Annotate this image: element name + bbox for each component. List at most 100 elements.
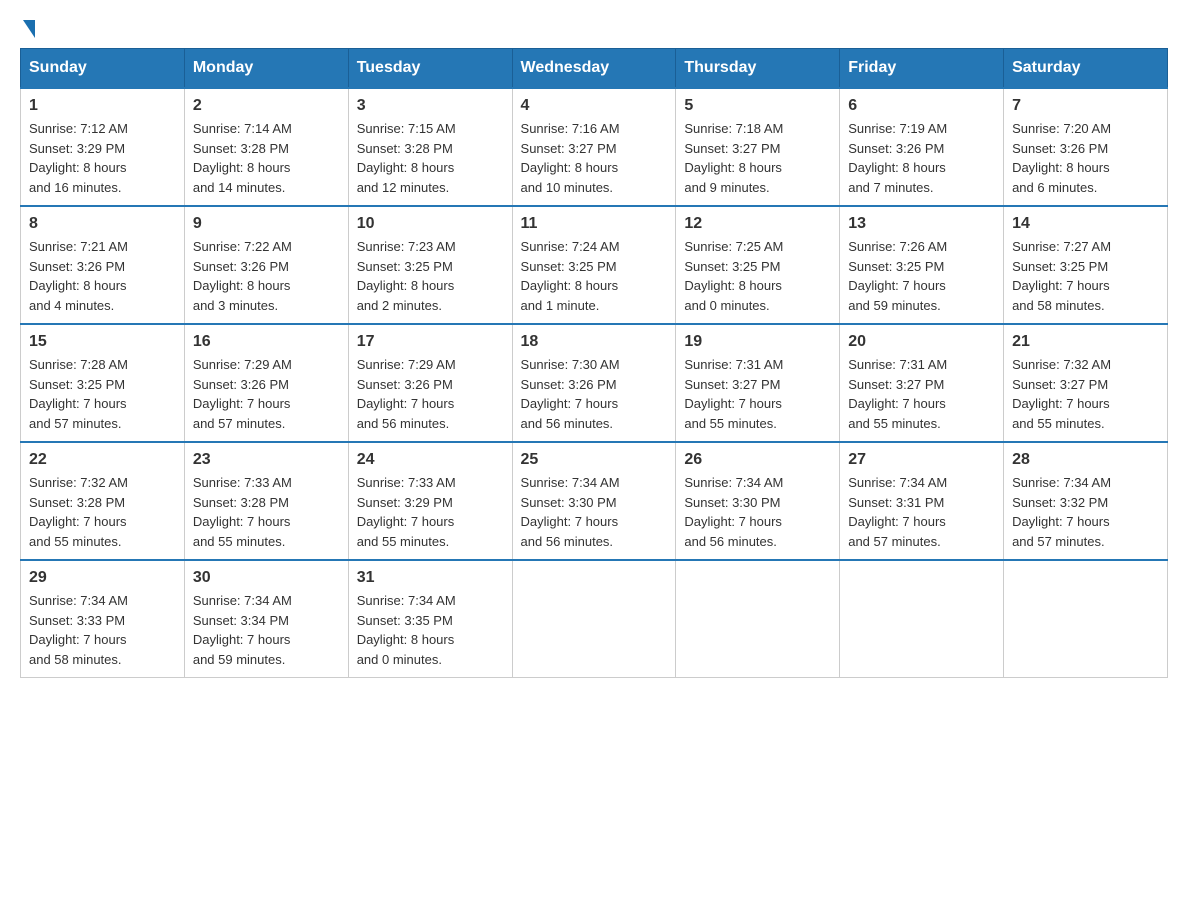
calendar-header-tuesday: Tuesday <box>348 49 512 89</box>
day-number: 22 <box>29 451 176 469</box>
calendar-day-cell: 16 Sunrise: 7:29 AMSunset: 3:26 PMDaylig… <box>184 324 348 442</box>
day-number: 15 <box>29 333 176 351</box>
day-number: 10 <box>357 215 504 233</box>
calendar-day-cell: 12 Sunrise: 7:25 AMSunset: 3:25 PMDaylig… <box>676 206 840 324</box>
calendar-day-cell: 1 Sunrise: 7:12 AMSunset: 3:29 PMDayligh… <box>21 88 185 206</box>
calendar-day-cell <box>1004 560 1168 678</box>
calendar-header-row: SundayMondayTuesdayWednesdayThursdayFrid… <box>21 49 1168 89</box>
day-info: Sunrise: 7:33 AMSunset: 3:29 PMDaylight:… <box>357 473 504 551</box>
day-info: Sunrise: 7:15 AMSunset: 3:28 PMDaylight:… <box>357 119 504 197</box>
calendar-day-cell: 29 Sunrise: 7:34 AMSunset: 3:33 PMDaylig… <box>21 560 185 678</box>
day-info: Sunrise: 7:20 AMSunset: 3:26 PMDaylight:… <box>1012 119 1159 197</box>
day-info: Sunrise: 7:19 AMSunset: 3:26 PMDaylight:… <box>848 119 995 197</box>
day-number: 13 <box>848 215 995 233</box>
calendar-day-cell: 27 Sunrise: 7:34 AMSunset: 3:31 PMDaylig… <box>840 442 1004 560</box>
calendar-week-row: 29 Sunrise: 7:34 AMSunset: 3:33 PMDaylig… <box>21 560 1168 678</box>
day-info: Sunrise: 7:30 AMSunset: 3:26 PMDaylight:… <box>521 355 668 433</box>
day-info: Sunrise: 7:34 AMSunset: 3:35 PMDaylight:… <box>357 591 504 669</box>
day-number: 1 <box>29 97 176 115</box>
calendar-day-cell: 14 Sunrise: 7:27 AMSunset: 3:25 PMDaylig… <box>1004 206 1168 324</box>
day-number: 17 <box>357 333 504 351</box>
calendar-body: 1 Sunrise: 7:12 AMSunset: 3:29 PMDayligh… <box>21 88 1168 678</box>
day-number: 2 <box>193 97 340 115</box>
calendar-day-cell <box>676 560 840 678</box>
day-info: Sunrise: 7:34 AMSunset: 3:32 PMDaylight:… <box>1012 473 1159 551</box>
day-number: 28 <box>1012 451 1159 469</box>
day-info: Sunrise: 7:29 AMSunset: 3:26 PMDaylight:… <box>193 355 340 433</box>
calendar-day-cell: 5 Sunrise: 7:18 AMSunset: 3:27 PMDayligh… <box>676 88 840 206</box>
calendar-day-cell: 30 Sunrise: 7:34 AMSunset: 3:34 PMDaylig… <box>184 560 348 678</box>
logo <box>20 20 35 38</box>
calendar-day-cell: 21 Sunrise: 7:32 AMSunset: 3:27 PMDaylig… <box>1004 324 1168 442</box>
calendar-week-row: 22 Sunrise: 7:32 AMSunset: 3:28 PMDaylig… <box>21 442 1168 560</box>
calendar-day-cell: 28 Sunrise: 7:34 AMSunset: 3:32 PMDaylig… <box>1004 442 1168 560</box>
day-number: 14 <box>1012 215 1159 233</box>
calendar-day-cell: 4 Sunrise: 7:16 AMSunset: 3:27 PMDayligh… <box>512 88 676 206</box>
day-info: Sunrise: 7:27 AMSunset: 3:25 PMDaylight:… <box>1012 237 1159 315</box>
calendar-day-cell: 26 Sunrise: 7:34 AMSunset: 3:30 PMDaylig… <box>676 442 840 560</box>
calendar-day-cell: 9 Sunrise: 7:22 AMSunset: 3:26 PMDayligh… <box>184 206 348 324</box>
day-info: Sunrise: 7:26 AMSunset: 3:25 PMDaylight:… <box>848 237 995 315</box>
calendar-week-row: 8 Sunrise: 7:21 AMSunset: 3:26 PMDayligh… <box>21 206 1168 324</box>
day-info: Sunrise: 7:31 AMSunset: 3:27 PMDaylight:… <box>848 355 995 433</box>
day-info: Sunrise: 7:33 AMSunset: 3:28 PMDaylight:… <box>193 473 340 551</box>
day-info: Sunrise: 7:32 AMSunset: 3:28 PMDaylight:… <box>29 473 176 551</box>
day-info: Sunrise: 7:34 AMSunset: 3:33 PMDaylight:… <box>29 591 176 669</box>
calendar-week-row: 15 Sunrise: 7:28 AMSunset: 3:25 PMDaylig… <box>21 324 1168 442</box>
calendar-day-cell: 6 Sunrise: 7:19 AMSunset: 3:26 PMDayligh… <box>840 88 1004 206</box>
day-number: 27 <box>848 451 995 469</box>
calendar-day-cell: 24 Sunrise: 7:33 AMSunset: 3:29 PMDaylig… <box>348 442 512 560</box>
calendar-day-cell <box>840 560 1004 678</box>
calendar-day-cell: 13 Sunrise: 7:26 AMSunset: 3:25 PMDaylig… <box>840 206 1004 324</box>
calendar-day-cell: 2 Sunrise: 7:14 AMSunset: 3:28 PMDayligh… <box>184 88 348 206</box>
day-number: 23 <box>193 451 340 469</box>
day-number: 9 <box>193 215 340 233</box>
calendar-header-sunday: Sunday <box>21 49 185 89</box>
calendar-day-cell: 8 Sunrise: 7:21 AMSunset: 3:26 PMDayligh… <box>21 206 185 324</box>
calendar-day-cell: 23 Sunrise: 7:33 AMSunset: 3:28 PMDaylig… <box>184 442 348 560</box>
calendar-header-friday: Friday <box>840 49 1004 89</box>
day-info: Sunrise: 7:25 AMSunset: 3:25 PMDaylight:… <box>684 237 831 315</box>
calendar-day-cell: 25 Sunrise: 7:34 AMSunset: 3:30 PMDaylig… <box>512 442 676 560</box>
day-info: Sunrise: 7:29 AMSunset: 3:26 PMDaylight:… <box>357 355 504 433</box>
day-number: 26 <box>684 451 831 469</box>
day-number: 5 <box>684 97 831 115</box>
calendar-day-cell: 22 Sunrise: 7:32 AMSunset: 3:28 PMDaylig… <box>21 442 185 560</box>
day-number: 24 <box>357 451 504 469</box>
day-info: Sunrise: 7:28 AMSunset: 3:25 PMDaylight:… <box>29 355 176 433</box>
day-number: 4 <box>521 97 668 115</box>
calendar-table: SundayMondayTuesdayWednesdayThursdayFrid… <box>20 48 1168 678</box>
calendar-header-saturday: Saturday <box>1004 49 1168 89</box>
calendar-day-cell: 18 Sunrise: 7:30 AMSunset: 3:26 PMDaylig… <box>512 324 676 442</box>
day-number: 6 <box>848 97 995 115</box>
day-info: Sunrise: 7:34 AMSunset: 3:31 PMDaylight:… <box>848 473 995 551</box>
calendar-day-cell: 19 Sunrise: 7:31 AMSunset: 3:27 PMDaylig… <box>676 324 840 442</box>
calendar-header-monday: Monday <box>184 49 348 89</box>
day-info: Sunrise: 7:12 AMSunset: 3:29 PMDaylight:… <box>29 119 176 197</box>
day-number: 21 <box>1012 333 1159 351</box>
day-number: 16 <box>193 333 340 351</box>
day-number: 18 <box>521 333 668 351</box>
day-number: 8 <box>29 215 176 233</box>
day-info: Sunrise: 7:34 AMSunset: 3:30 PMDaylight:… <box>684 473 831 551</box>
day-number: 7 <box>1012 97 1159 115</box>
calendar-day-cell <box>512 560 676 678</box>
calendar-header-thursday: Thursday <box>676 49 840 89</box>
calendar-header-wednesday: Wednesday <box>512 49 676 89</box>
logo-triangle-icon <box>23 20 35 38</box>
day-number: 11 <box>521 215 668 233</box>
calendar-week-row: 1 Sunrise: 7:12 AMSunset: 3:29 PMDayligh… <box>21 88 1168 206</box>
day-number: 25 <box>521 451 668 469</box>
calendar-day-cell: 15 Sunrise: 7:28 AMSunset: 3:25 PMDaylig… <box>21 324 185 442</box>
day-number: 31 <box>357 569 504 587</box>
calendar-day-cell: 3 Sunrise: 7:15 AMSunset: 3:28 PMDayligh… <box>348 88 512 206</box>
calendar-day-cell: 17 Sunrise: 7:29 AMSunset: 3:26 PMDaylig… <box>348 324 512 442</box>
day-info: Sunrise: 7:22 AMSunset: 3:26 PMDaylight:… <box>193 237 340 315</box>
calendar-day-cell: 31 Sunrise: 7:34 AMSunset: 3:35 PMDaylig… <box>348 560 512 678</box>
day-info: Sunrise: 7:18 AMSunset: 3:27 PMDaylight:… <box>684 119 831 197</box>
day-info: Sunrise: 7:16 AMSunset: 3:27 PMDaylight:… <box>521 119 668 197</box>
day-number: 20 <box>848 333 995 351</box>
day-info: Sunrise: 7:32 AMSunset: 3:27 PMDaylight:… <box>1012 355 1159 433</box>
day-info: Sunrise: 7:14 AMSunset: 3:28 PMDaylight:… <box>193 119 340 197</box>
calendar-day-cell: 11 Sunrise: 7:24 AMSunset: 3:25 PMDaylig… <box>512 206 676 324</box>
